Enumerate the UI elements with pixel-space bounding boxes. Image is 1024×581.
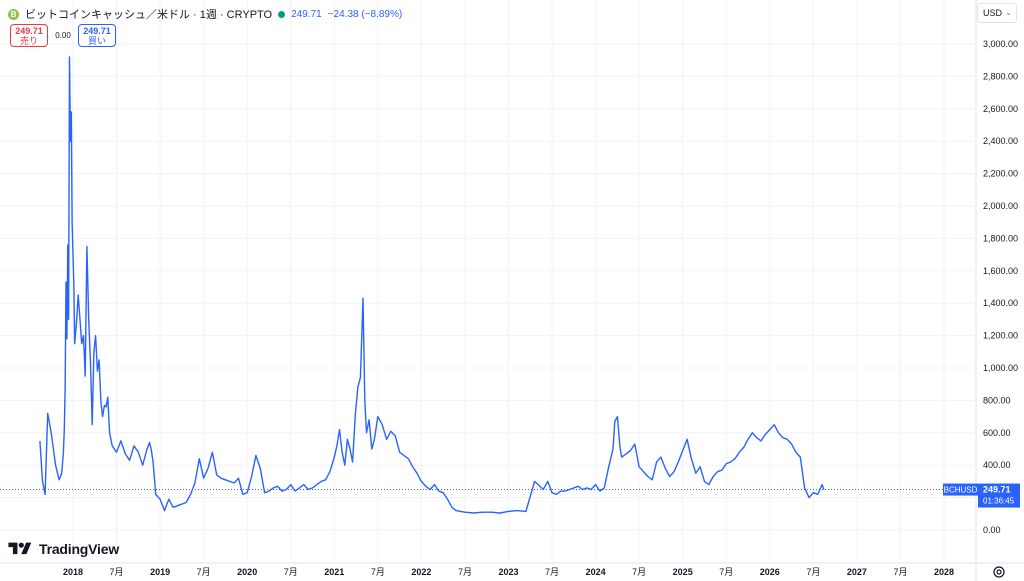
buy-button[interactable]: 249.71 買い (78, 24, 116, 47)
price-change: −24.38 (−8.89%) (327, 8, 403, 20)
y-tick-label: 2,400.00 (983, 136, 1018, 146)
currency-selector[interactable]: USD ⌄ (977, 3, 1017, 23)
sell-button[interactable]: 249.71 売り (10, 24, 48, 47)
x-tick-label: 2023 (498, 567, 518, 577)
buy-label: 買い (87, 36, 106, 46)
gear-icon[interactable] (992, 565, 1006, 579)
x-tick-label: 7月 (458, 567, 472, 577)
buy-price: 249.71 (83, 26, 111, 36)
y-tick-label: 0.00 (983, 525, 1001, 535)
price-chart[interactable]: 2018 7月 2019 7月 2020 7月 2021 7月 2022 7月 2023 7月 2024… (0, 0, 1024, 581)
x-tick-label: 2024 (586, 567, 606, 577)
tradingview-logo-text: TradingView (39, 541, 120, 557)
countdown-label: 01:36:45 (983, 497, 1015, 506)
x-tick-label: 7月 (806, 567, 820, 577)
last-price: 249.71 (291, 8, 322, 20)
x-tick-label: 7月 (284, 567, 298, 577)
y-tick-label: 1,600.00 (983, 266, 1018, 276)
y-tick-label: 3,000.00 (983, 39, 1018, 49)
tradingview-logo[interactable]: TradingView (5, 540, 119, 558)
y-tick-label: 1,800.00 (983, 233, 1018, 243)
y-tick-label: 600.00 (983, 428, 1011, 438)
y-tick-label: 1,200.00 (983, 331, 1018, 341)
x-tick-label: 7月 (197, 567, 211, 577)
y-tick-label: 1,000.00 (983, 363, 1018, 373)
x-tick-label: 2021 (324, 567, 344, 577)
x-tick-label: 7月 (545, 567, 559, 577)
y-tick-label: 400.00 (983, 460, 1011, 470)
y-tick-label: 2,000.00 (983, 201, 1018, 211)
symbol-label: BCHUSD (944, 486, 978, 495)
y-tick-label: 800.00 (983, 395, 1011, 405)
x-tick-label: 2027 (847, 567, 867, 577)
bitcoin-cash-icon: B (8, 8, 19, 20)
x-tick-label: 7月 (893, 567, 907, 577)
x-tick-label: 2028 (934, 567, 954, 577)
x-tick-label: 2020 (237, 567, 257, 577)
sell-label: 売り (19, 36, 38, 46)
currency-label: USD (983, 8, 1003, 18)
y-tick-label: 2,600.00 (983, 104, 1018, 114)
x-tick-label: 7月 (110, 567, 124, 577)
trade-buttons: 249.71 売り 0.00 249.71 買い (10, 24, 116, 47)
spread-value: 0.00 (55, 31, 71, 40)
x-tick-label: 2026 (760, 567, 780, 577)
x-tick-label: 2022 (411, 567, 431, 577)
chevron-down-icon: ⌄ (1005, 8, 1012, 17)
x-tick-label: 7月 (371, 567, 385, 577)
x-tick-label: 2018 (63, 567, 83, 577)
market-status-icon[interactable] (278, 10, 286, 18)
symbol-title[interactable]: ビットコインキャッシュ／米ドル · 1週 · CRYPTO (25, 6, 272, 22)
x-tick-label: 2025 (673, 567, 693, 577)
y-tick-label: 2,800.00 (983, 71, 1018, 81)
x-tick-label: 7月 (632, 567, 646, 577)
chart-root[interactable]: 2018 7月 2019 7月 2020 7月 2021 7月 2022 7月 2023 7月 2024… (0, 0, 1024, 581)
symbol-legend[interactable]: B ビットコインキャッシュ／米ドル · 1週 · CRYPTO 249.71 −… (8, 6, 402, 22)
y-tick-label: 1,400.00 (983, 298, 1018, 308)
last-price-label: 249.71 (983, 485, 1011, 495)
y-tick-label: 2,200.00 (983, 169, 1018, 179)
x-tick-label: 7月 (719, 567, 733, 577)
tradingview-logo-icon (8, 542, 32, 555)
sell-price: 249.71 (15, 26, 43, 36)
x-tick-label: 2019 (150, 567, 170, 577)
